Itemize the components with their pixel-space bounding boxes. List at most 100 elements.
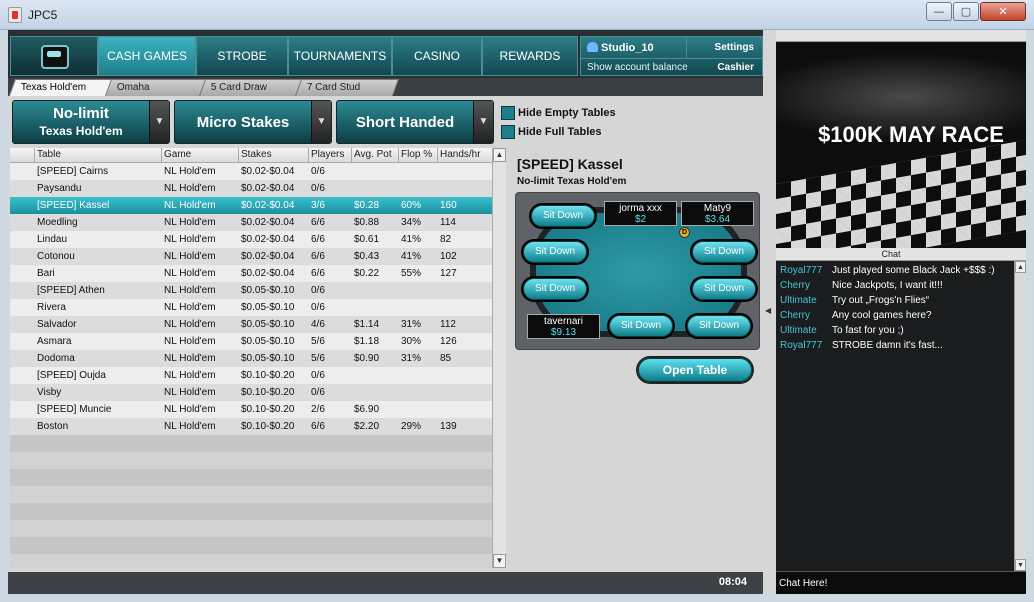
maximize-button[interactable]: ▢ (953, 2, 979, 21)
cell-table: [SPEED] Oujda (37, 370, 106, 381)
cell-stakes: $0.05-$0.10 (241, 285, 295, 296)
cell-players: 0/6 (311, 387, 325, 398)
col-table[interactable]: Table (37, 149, 61, 160)
col-hands-hr[interactable]: Hands/hr (440, 149, 481, 160)
table-list: Table Game Stakes Players Avg. Pot Flop … (10, 148, 492, 568)
cell-game: NL Hold'em (164, 268, 216, 279)
limit-dropdown[interactable]: No-limit Texas Hold'em ▼ (12, 100, 170, 144)
table-row[interactable]: [SPEED] Oujda NL Hold'em $0.10-$0.20 0/6 (10, 367, 492, 384)
table-list-scrollbar[interactable]: ▲ ▼ (492, 148, 506, 568)
divider (686, 37, 687, 58)
tab-omaha[interactable]: Omaha (104, 79, 208, 96)
cell-players: 6/6 (311, 217, 325, 228)
collapse-arrow-icon[interactable]: ◀ (765, 306, 771, 315)
tab-strobe[interactable]: STROBE (196, 36, 288, 76)
chat-sender[interactable]: Royal777 (780, 340, 832, 351)
col-avg-pot[interactable]: Avg. Pot (354, 149, 392, 160)
col-players[interactable]: Players (311, 149, 344, 160)
logo[interactable] (10, 36, 98, 76)
close-button[interactable]: ✕ (980, 2, 1026, 21)
tab-5-card-draw[interactable]: 5 Card Draw (198, 79, 304, 96)
open-table-button[interactable]: Open Table (638, 358, 752, 382)
sit-down-button[interactable]: Sit Down (531, 205, 595, 227)
settings-link[interactable]: Settings (715, 42, 754, 53)
cell-players: 6/6 (311, 421, 325, 432)
tab-7-card-stud[interactable]: 7 Card Stud (294, 79, 400, 96)
table-row[interactable]: Rivera NL Hold'em $0.05-$0.10 0/6 (10, 299, 492, 316)
chat-input[interactable]: Chat Here! (776, 571, 1026, 594)
chat-scrollbar[interactable]: ▲ ▼ (1014, 261, 1026, 571)
tab-casino[interactable]: CASINO (392, 36, 482, 76)
table-row[interactable]: [SPEED] Kassel NL Hold'em $0.02-$0.04 3/6 $0… (10, 197, 492, 214)
chat-sender[interactable]: Ultimate (780, 325, 832, 336)
table-size-dropdown[interactable]: Short Handed ▼ (336, 100, 494, 144)
username[interactable]: Studio_10 (587, 42, 654, 54)
sit-down-button[interactable]: Sit Down (687, 315, 751, 337)
table-row[interactable]: Boston NL Hold'em $0.10-$0.20 6/6 $2.20 29% 13… (10, 418, 492, 435)
table-row[interactable]: [SPEED] Athen NL Hold'em $0.05-$0.10 0/6 (10, 282, 492, 299)
sit-down-button[interactable]: Sit Down (523, 278, 587, 300)
table-row[interactable]: Paysandu NL Hold'em $0.02-$0.04 0/6 (10, 180, 492, 197)
col-flop[interactable]: Flop % (401, 149, 432, 160)
cell-stakes: $0.02-$0.04 (241, 183, 295, 194)
chat-header[interactable]: Chat (776, 248, 1026, 261)
show-balance-link[interactable]: Show account balance (587, 62, 688, 73)
tab-tournaments[interactable]: TOURNAMENTS (288, 36, 392, 76)
cell-flop: 34% (401, 217, 422, 228)
scroll-down-icon[interactable]: ▼ (493, 554, 506, 568)
minimize-button[interactable]: — (926, 2, 952, 21)
table-row[interactable]: Asmara NL Hold'em $0.05-$0.10 5/6 $1.18 30% 12… (10, 333, 492, 350)
hide-full-checkbox[interactable] (501, 125, 515, 139)
sit-down-button[interactable]: Sit Down (692, 241, 756, 263)
table-row[interactable]: Bari NL Hold'em $0.02-$0.04 6/6 $0.22 55% 127 (10, 265, 492, 282)
table-row[interactable]: Moedling NL Hold'em $0.02-$0.04 6/6 $0.88 34%… (10, 214, 492, 231)
tab-rewards[interactable]: REWARDS (482, 36, 578, 76)
table-row[interactable]: Dodoma NL Hold'em $0.05-$0.10 5/6 $0.90 31% 85 (10, 350, 492, 367)
cell-flop: 60% (401, 200, 422, 211)
dealer-button-icon: D (679, 227, 690, 238)
chat-sender[interactable]: Cherry (780, 310, 832, 321)
table-row[interactable]: Salvador NL Hold'em $0.05-$0.10 4/6 $1.14 31%… (10, 316, 492, 333)
stakes-dropdown[interactable]: Micro Stakes ▼ (174, 100, 332, 144)
scroll-up-icon[interactable]: ▲ (1015, 261, 1026, 273)
java-app-icon (8, 7, 22, 23)
cell-game: NL Hold'em (164, 336, 216, 347)
table-row[interactable]: [SPEED] Cairns NL Hold'em $0.02-$0.04 0/6 (10, 163, 492, 180)
table-row (10, 503, 492, 520)
cell-stakes: $0.02-$0.04 (241, 217, 295, 228)
chat-message: Royal777 Just played some Black Jack +$$$… (780, 265, 995, 276)
col-game[interactable]: Game (164, 149, 191, 160)
sit-down-button[interactable]: Sit Down (523, 241, 587, 263)
cell-game: NL Hold'em (164, 421, 216, 432)
cashier-link[interactable]: Cashier (717, 62, 754, 73)
table-row[interactable]: [SPEED] Muncie NL Hold'em $0.10-$0.20 2/6 $6… (10, 401, 492, 418)
chevron-down-icon[interactable]: ▼ (311, 101, 331, 143)
cell-table: Rivera (37, 302, 66, 313)
sit-down-button[interactable]: Sit Down (692, 278, 756, 300)
chat-sender[interactable]: Cherry (780, 280, 832, 291)
chat-sender[interactable]: Royal777 (780, 265, 832, 276)
scroll-down-icon[interactable]: ▼ (1015, 559, 1026, 571)
table-row[interactable]: Lindau NL Hold'em $0.02-$0.04 6/6 $0.61 41% 82 (10, 231, 492, 248)
cell-hands-hr: 102 (440, 251, 457, 262)
panel-grip[interactable] (776, 30, 1026, 42)
col-stakes[interactable]: Stakes (241, 149, 272, 160)
status-bar: 08:04 (8, 572, 763, 594)
divider (581, 58, 762, 59)
tab-texas-holdem[interactable]: Texas Hold'em (8, 79, 114, 96)
hide-empty-checkbox[interactable] (501, 106, 515, 120)
sit-down-button[interactable]: Sit Down (609, 315, 673, 337)
chevron-down-icon[interactable]: ▼ (149, 101, 169, 143)
table-list-header: Table Game Stakes Players Avg. Pot Flop … (10, 148, 492, 163)
scroll-up-icon[interactable]: ▲ (493, 148, 506, 162)
promo-banner[interactable]: $100K MAY RACE (776, 42, 1026, 248)
chevron-down-icon[interactable]: ▼ (473, 101, 493, 143)
right-sidebar: $100K MAY RACE Chat Royal777 Just played … (776, 30, 1026, 594)
tab-cash-games[interactable]: CASH GAMES (98, 36, 196, 76)
table-row[interactable]: Visby NL Hold'em $0.10-$0.20 0/6 (10, 384, 492, 401)
cell-players: 6/6 (311, 268, 325, 279)
sidebar-collapse-handle[interactable]: ◀ (763, 30, 776, 594)
cell-players: 0/6 (311, 183, 325, 194)
table-row[interactable]: Cotonou NL Hold'em $0.02-$0.04 6/6 $0.43 41% 1… (10, 248, 492, 265)
chat-sender[interactable]: Ultimate (780, 295, 832, 306)
